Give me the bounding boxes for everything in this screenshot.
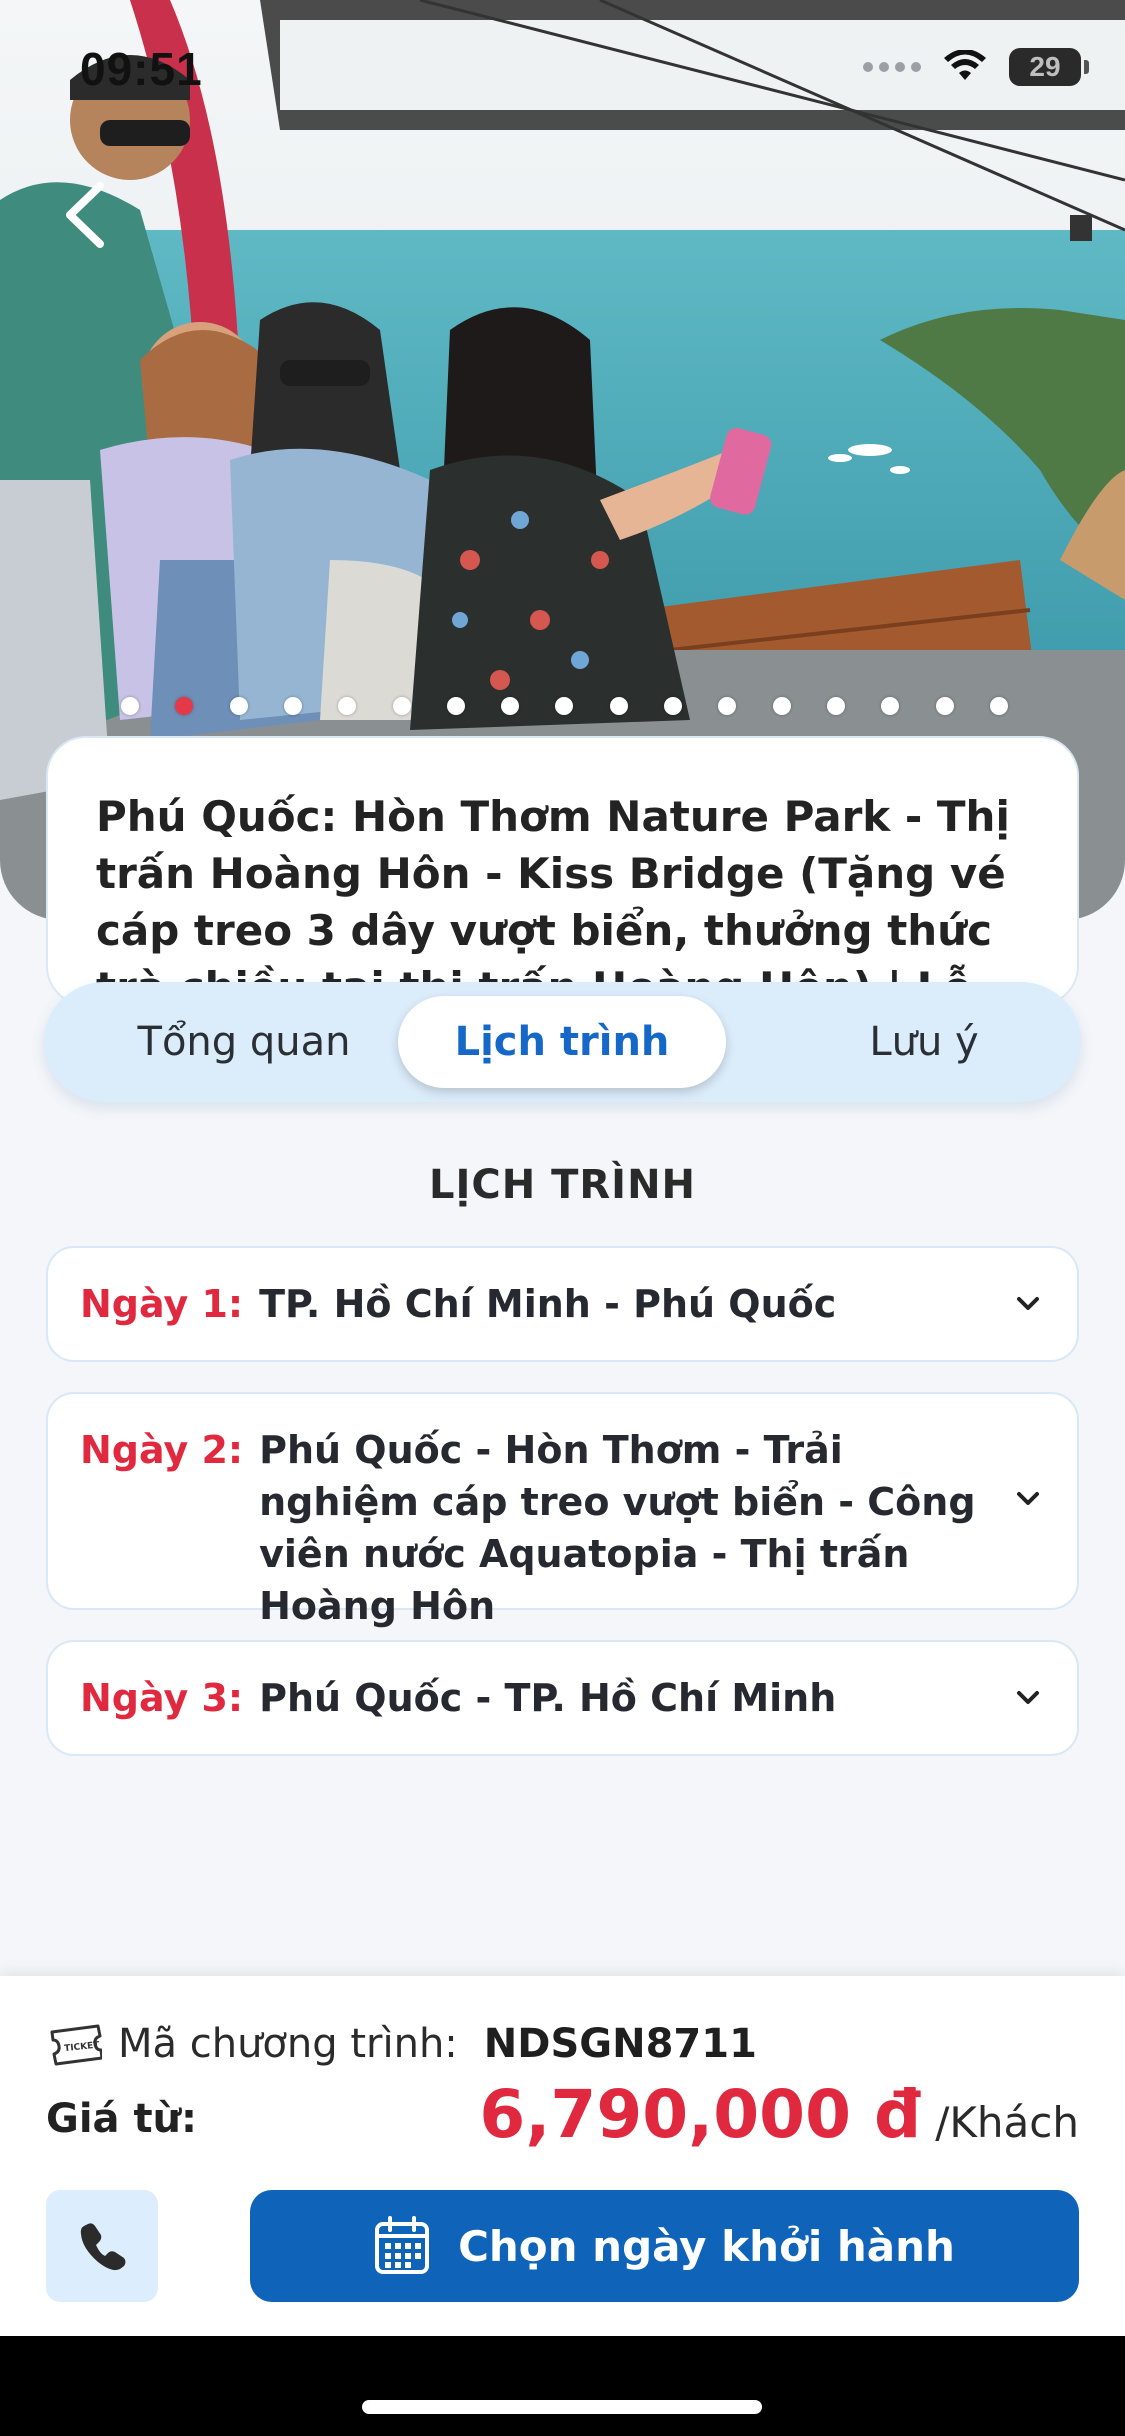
home-indicator-area [0,2336,1125,2436]
carousel-dot[interactable] [121,697,139,715]
tab-bar: Tổng quan Lịch trình Lưu ý [44,982,1081,1102]
itinerary-day-3[interactable]: Ngày 3: Phú Quốc - TP. Hồ Chí Minh [46,1640,1079,1756]
carousel-dot[interactable] [826,697,845,715]
carousel-dot[interactable] [664,697,682,715]
day-description: Phú Quốc - Hòn Thơm - Trải nghiệm cáp tr… [259,1428,976,1628]
carousel-dot[interactable] [283,697,302,715]
carousel-dot[interactable] [501,697,520,715]
day-label: Ngày 3: [80,1676,244,1720]
tab-notes[interactable]: Lưu ý [764,996,1084,1088]
price-value: 6,790,000 đ [479,2076,922,2153]
carousel-dot[interactable] [338,697,357,715]
call-button[interactable] [46,2190,158,2302]
itinerary-day-1[interactable]: Ngày 1: TP. Hồ Chí Minh - Phú Quốc [46,1246,1079,1362]
price-label: Giá từ: [46,2096,198,2142]
chevron-down-icon[interactable] [1011,1482,1045,1516]
cta-label: Chọn ngày khởi hành [458,2221,955,2271]
ticket-icon: TICKET [50,2024,102,2066]
booking-panel: TICKET Mã chương trình: NDSGN8711 Giá từ… [0,1976,1125,2336]
day-label: Ngày 1: [80,1282,244,1326]
carousel-dot[interactable] [881,697,900,715]
calendar-icon [375,2216,430,2274]
program-code-label: Mã chương trình: [118,2021,458,2067]
svg-text:TICKET: TICKET [64,2040,101,2054]
home-indicator[interactable] [362,2400,762,2414]
signal-dots-icon [863,62,921,72]
carousel-dot[interactable] [392,697,411,715]
tab-overview[interactable]: Tổng quan [64,996,424,1088]
tour-title-card: Phú Quốc: Hòn Thơm Nature Park - Thị trấ… [46,736,1079,1006]
carousel-dot[interactable] [772,697,791,715]
choose-departure-date-button[interactable]: Chọn ngày khởi hành [250,2190,1079,2302]
phone-icon [80,2223,126,2271]
carousel-dot[interactable] [718,697,737,715]
price-unit: /Khách [935,2098,1079,2147]
carousel-dot[interactable] [989,697,1008,715]
battery-level: 29 [1029,51,1061,82]
carousel-dot[interactable] [609,697,628,715]
day-description: TP. Hồ Chí Minh - Phú Quốc [259,1282,837,1326]
itinerary-heading: LỊCH TRÌNH [428,1162,697,1208]
price: 6,790,000 đ /Khách [479,2076,1079,2153]
day-label: Ngày 2: [80,1428,244,1472]
status-time: 09:51 [80,43,203,95]
wifi-icon [944,50,986,80]
day-description: Phú Quốc - TP. Hồ Chí Minh [259,1676,837,1720]
status-bar: 09:51 29 [0,0,1125,140]
battery-icon: 29 [1009,48,1089,86]
chevron-down-icon[interactable] [1011,1681,1045,1715]
chevron-left-icon[interactable] [56,180,116,250]
carousel-dot[interactable] [935,697,954,715]
carousel-dot[interactable] [175,697,194,715]
carousel-dot[interactable] [555,697,574,715]
program-code-row: TICKET Mã chương trình: NDSGN8711 [48,2014,757,2074]
tour-title: Phú Quốc: Hòn Thơm Nature Park - Thị trấ… [96,792,1010,1004]
program-code-value: NDSGN8711 [483,2021,757,2067]
carousel-dot[interactable] [446,697,465,715]
tab-itinerary[interactable]: Lịch trình [398,996,726,1088]
itinerary-day-2[interactable]: Ngày 2: Phú Quốc - Hòn Thơm - Trải nghiệ… [46,1392,1079,1628]
carousel-indicator[interactable] [0,697,1125,719]
carousel-dot[interactable] [229,697,248,715]
chevron-down-icon[interactable] [1011,1287,1045,1321]
